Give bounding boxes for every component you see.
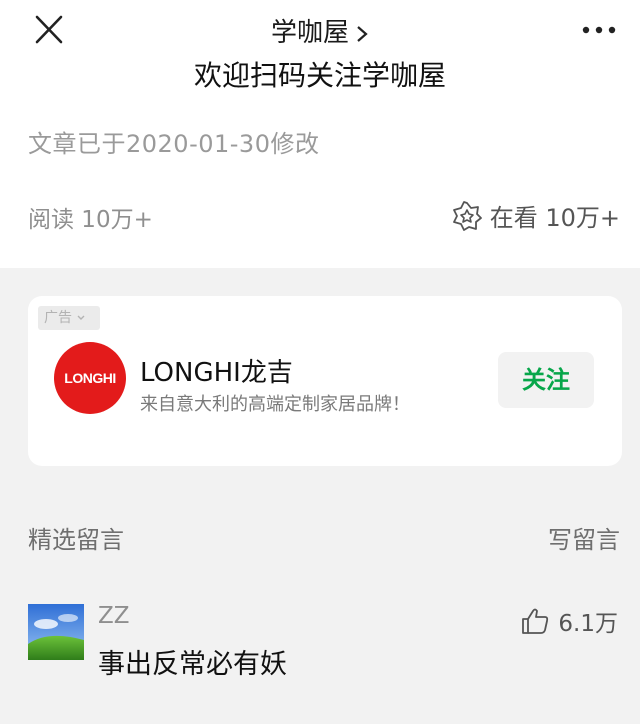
comment-text: 事出反常必有妖 — [98, 649, 287, 680]
write-comment-button[interactable]: 写留言 — [548, 520, 620, 555]
like-count: 6.1万 — [558, 611, 618, 637]
avatar[interactable] — [28, 604, 84, 660]
comment-user: ZZ — [98, 603, 130, 629]
brand-name: LONGHI龙吉 — [140, 358, 293, 388]
watching-count: 在看 10万+ — [489, 204, 620, 232]
featured-comments-title: 精选留言 — [28, 526, 124, 554]
chevron-down-icon — [77, 315, 85, 320]
brand-logo-text: LONGHI — [64, 370, 116, 386]
account-title-link[interactable]: 学咖屋 — [0, 12, 640, 49]
more-button[interactable] — [580, 20, 618, 40]
more-dots-icon — [582, 26, 616, 34]
follow-button[interactable]: 关注 — [498, 352, 594, 408]
welcome-text-wrap: 欢迎扫码关注学咖屋 — [0, 50, 640, 90]
chevron-right-icon — [357, 25, 368, 42]
avatar-image — [28, 604, 84, 660]
modified-date: 文章已于2020-01-30修改 — [28, 130, 320, 158]
read-count: 阅读 10万+ — [28, 207, 153, 233]
welcome-text: 欢迎扫码关注学咖屋 — [193, 59, 446, 90]
wow-icon — [452, 200, 482, 231]
thumbs-up-icon — [522, 608, 549, 634]
like-button[interactable]: 6.1万 — [520, 604, 618, 638]
watching-button[interactable]: 在看 10万+ — [452, 198, 620, 233]
account-title: 学咖屋 — [270, 18, 349, 48]
ad-card[interactable]: 广告 LONGHI LONGHI龙吉 来自意大利的高端定制家居品牌！ 关注 — [28, 296, 622, 466]
brand-description: 来自意大利的高端定制家居品牌！ — [140, 394, 410, 415]
ad-tag-label: 广告 — [44, 310, 72, 326]
brand-logo: LONGHI — [54, 342, 126, 414]
ad-tag[interactable]: 广告 — [38, 306, 100, 330]
